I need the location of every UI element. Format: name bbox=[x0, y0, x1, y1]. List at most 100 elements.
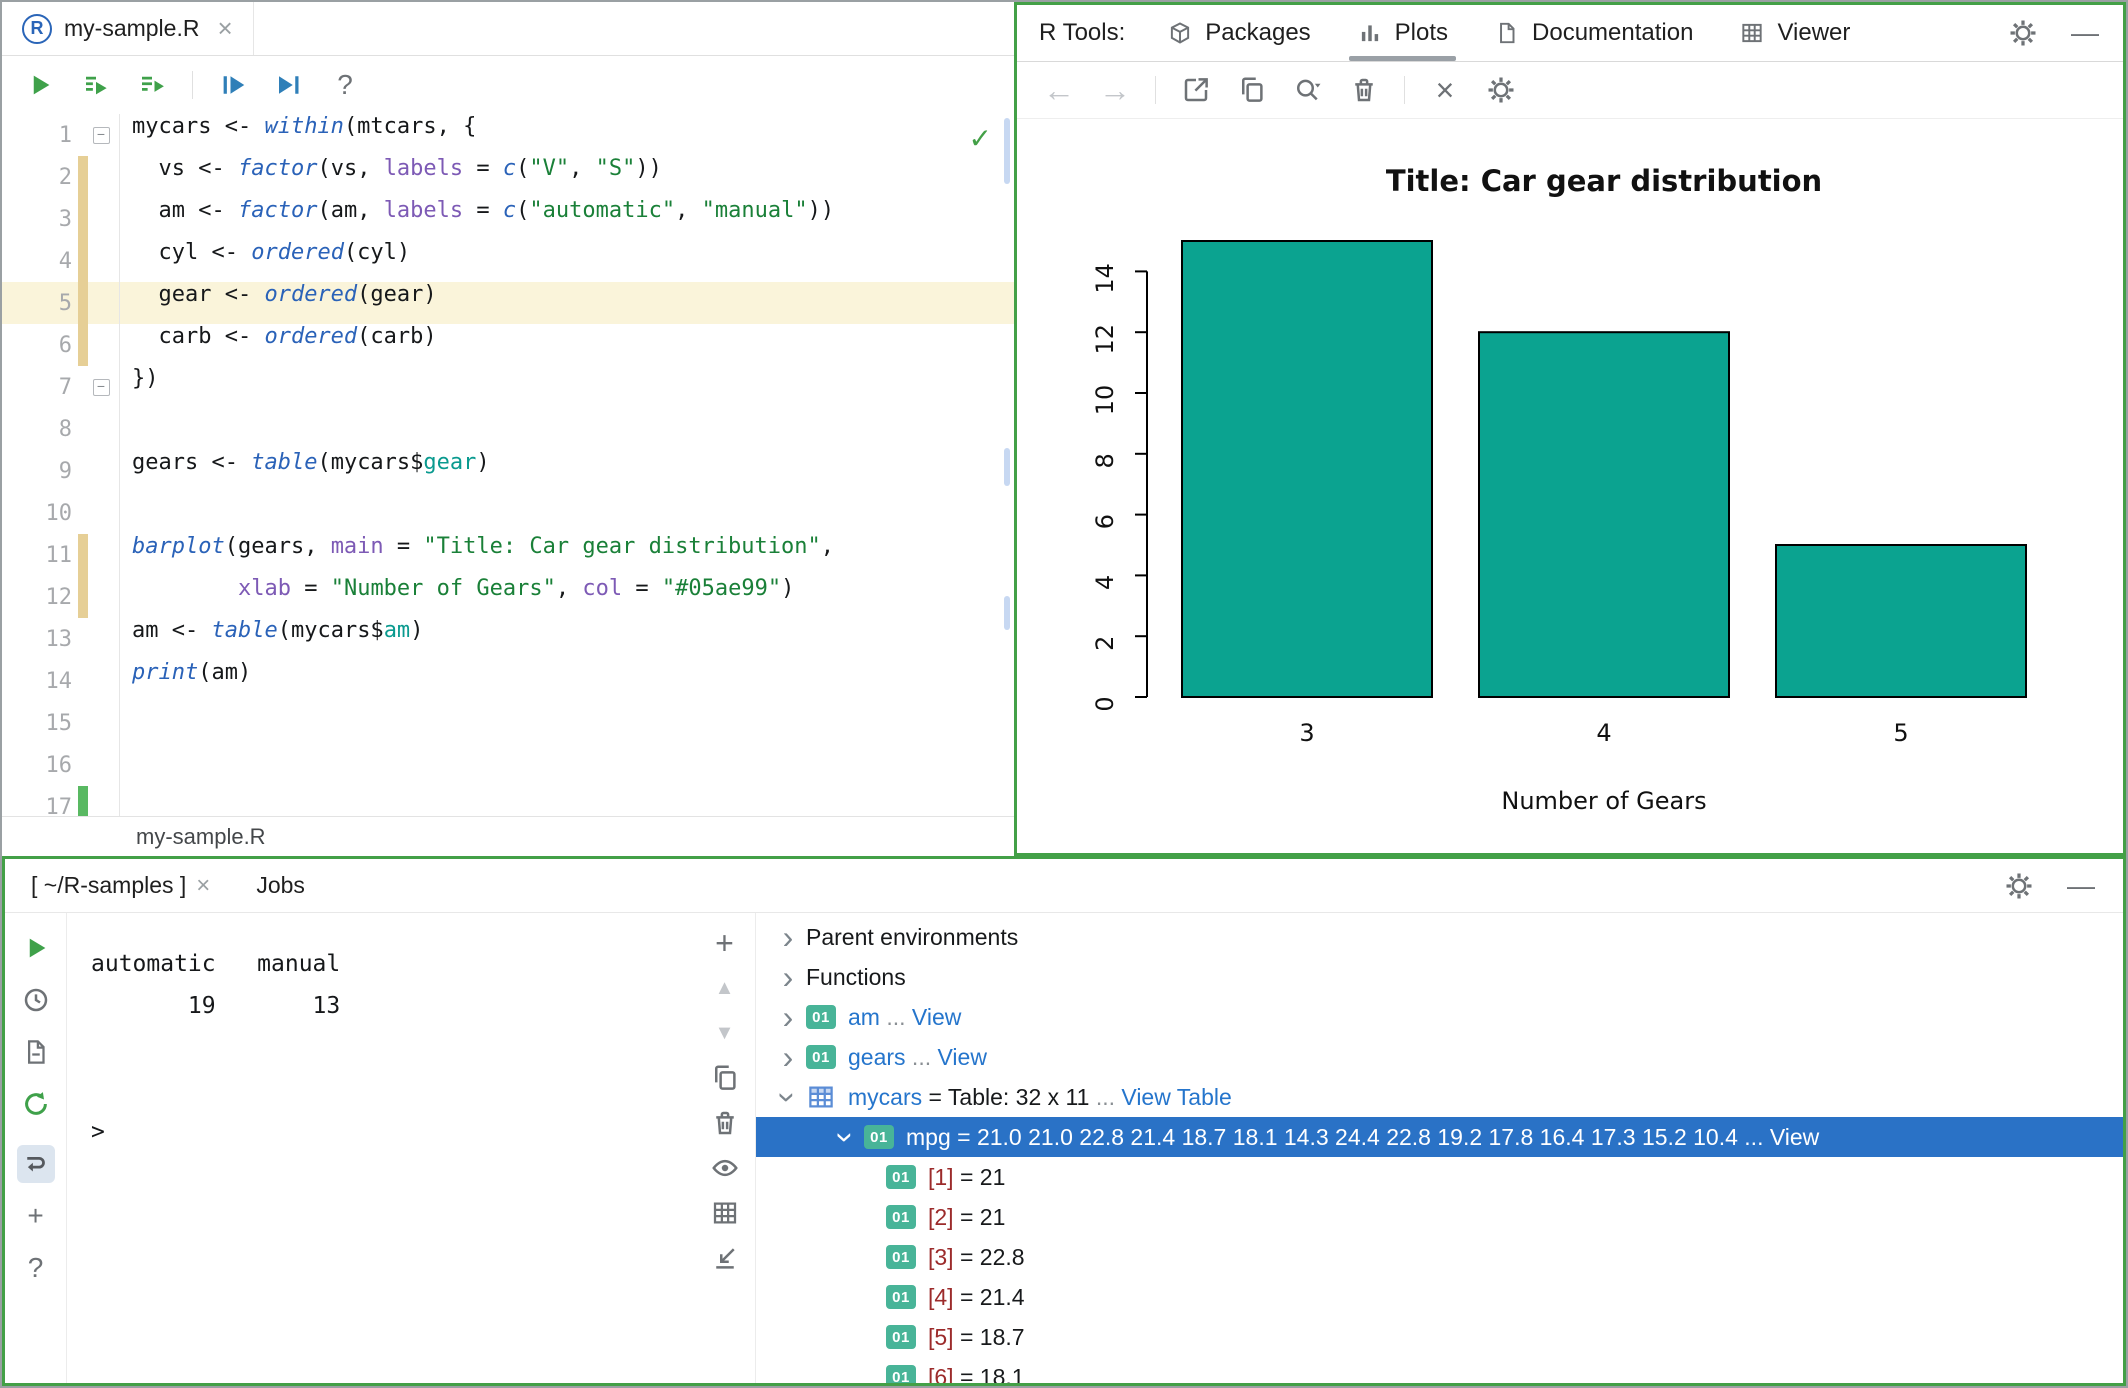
export-plot-button[interactable] bbox=[1180, 74, 1212, 106]
code-line[interactable]: carb <- ordered(carb) bbox=[120, 324, 1014, 366]
env-link[interactable]: mycars bbox=[848, 1084, 922, 1111]
gutter-line[interactable]: 7 bbox=[2, 366, 119, 408]
minimize-button[interactable]: — bbox=[2065, 870, 2097, 902]
env-row[interactable]: ›Functions bbox=[756, 957, 2123, 997]
code-line[interactable]: xlab = "Number of Gears", col = "#05ae99… bbox=[120, 576, 1014, 618]
gutter-line[interactable]: 8 bbox=[2, 408, 119, 450]
next-plot-button[interactable]: → bbox=[1099, 74, 1131, 106]
minimize-button[interactable]: — bbox=[2069, 17, 2101, 49]
code-line[interactable]: }) bbox=[120, 366, 1014, 408]
chevron-right-icon[interactable]: › bbox=[770, 919, 806, 956]
soft-wrap-button[interactable] bbox=[17, 1145, 55, 1183]
tab-documentation[interactable]: Documentation bbox=[1494, 5, 1693, 61]
code-line[interactable]: barplot(gears, main = "Title: Car gear d… bbox=[120, 534, 1014, 576]
tab-console[interactable]: [ ~/R-samples ] × bbox=[31, 872, 210, 900]
plot-settings-button[interactable] bbox=[1485, 74, 1517, 106]
gutter-line[interactable]: 2 bbox=[2, 156, 119, 198]
breadcrumb-file[interactable]: my-sample.R bbox=[136, 824, 266, 850]
env-link[interactable]: am bbox=[848, 1004, 880, 1031]
gutter-line[interactable]: 16 bbox=[2, 744, 119, 786]
run-all-button[interactable] bbox=[136, 69, 168, 101]
env-link[interactable]: gears bbox=[848, 1044, 906, 1071]
code-line[interactable]: mycars <- within(mtcars, { bbox=[120, 114, 1014, 156]
gutter-line[interactable]: 1 bbox=[2, 114, 119, 156]
env-row[interactable]: ›01mpg = 21.0 21.0 22.8 21.4 18.7 18.1 1… bbox=[756, 1117, 2123, 1157]
gutter-line[interactable]: 13 bbox=[2, 618, 119, 660]
env-row[interactable]: 01[5] = 18.7 bbox=[756, 1317, 2123, 1357]
delete-plot-button[interactable] bbox=[1348, 74, 1380, 106]
breadcrumb[interactable]: my-sample.R bbox=[2, 816, 1014, 856]
move-down-button[interactable]: ▼ bbox=[709, 1017, 741, 1049]
move-up-button[interactable]: ▲ bbox=[709, 972, 741, 1004]
copy-value-button[interactable] bbox=[709, 1062, 741, 1094]
gutter-line[interactable]: 10 bbox=[2, 492, 119, 534]
env-row[interactable]: ›mycars = Table: 32 x 11 ... View Table bbox=[756, 1077, 2123, 1117]
code-line[interactable]: am <- table(mycars$am) bbox=[120, 618, 1014, 660]
tab-jobs[interactable]: Jobs bbox=[256, 872, 305, 899]
run-script-button[interactable] bbox=[24, 69, 56, 101]
env-row[interactable]: ›Parent environments bbox=[756, 917, 2123, 957]
code-line[interactable] bbox=[120, 786, 1014, 816]
env-row[interactable]: 01[4] = 21.4 bbox=[756, 1277, 2123, 1317]
close-icon[interactable]: × bbox=[196, 872, 210, 900]
code-line[interactable]: print(am) bbox=[120, 660, 1014, 702]
code-area[interactable]: mycars <- within(mtcars, { vs <- factor(… bbox=[120, 114, 1014, 816]
tab-viewer[interactable]: Viewer bbox=[1739, 5, 1850, 61]
console-settings-button[interactable] bbox=[2003, 870, 2035, 902]
tab-plots[interactable]: Plots bbox=[1357, 5, 1448, 61]
chevron-right-icon[interactable]: › bbox=[770, 999, 806, 1036]
gutter-line[interactable]: 3 bbox=[2, 198, 119, 240]
open-file-button[interactable] bbox=[17, 1033, 55, 1071]
code-line[interactable] bbox=[120, 744, 1014, 786]
run-line-button[interactable] bbox=[217, 69, 249, 101]
env-link[interactable]: View bbox=[938, 1044, 987, 1071]
add-console-button[interactable]: + bbox=[17, 1197, 55, 1235]
console-help-button[interactable]: ? bbox=[17, 1249, 55, 1287]
console-prompt[interactable]: > bbox=[91, 1111, 694, 1153]
fold-icon[interactable] bbox=[88, 114, 114, 156]
chevron-right-icon[interactable]: › bbox=[770, 959, 806, 996]
code-line[interactable] bbox=[120, 702, 1014, 744]
chevron-right-icon[interactable]: › bbox=[770, 1039, 806, 1076]
rerun-button[interactable] bbox=[17, 1085, 55, 1123]
help-button[interactable]: ? bbox=[329, 69, 361, 101]
env-row[interactable]: ›01gears ... View bbox=[756, 1037, 2123, 1077]
env-link[interactable]: View bbox=[912, 1004, 961, 1031]
history-button[interactable] bbox=[17, 981, 55, 1019]
env-link[interactable]: View Table bbox=[1121, 1084, 1231, 1111]
gutter-line[interactable]: 15 bbox=[2, 702, 119, 744]
code-line[interactable]: cyl <- ordered(cyl) bbox=[120, 240, 1014, 282]
code-line[interactable]: am <- factor(am, labels = c("automatic",… bbox=[120, 198, 1014, 240]
zoom-plot-button[interactable] bbox=[1292, 74, 1324, 106]
code-line[interactable]: gear <- ordered(gear) bbox=[120, 282, 1014, 324]
gutter-line[interactable]: 9 bbox=[2, 450, 119, 492]
tab-packages[interactable]: Packages bbox=[1167, 5, 1310, 61]
run-console-button[interactable] bbox=[17, 929, 55, 967]
gutter-line[interactable]: 17 bbox=[2, 786, 119, 816]
code-line[interactable] bbox=[120, 408, 1014, 450]
chevron-down-icon[interactable]: › bbox=[828, 1119, 865, 1155]
preview-value-button[interactable] bbox=[709, 1152, 741, 1184]
run-to-line-button[interactable] bbox=[273, 69, 305, 101]
chevron-down-icon[interactable]: › bbox=[770, 1079, 807, 1115]
gutter-line[interactable]: 14 bbox=[2, 660, 119, 702]
code-line[interactable] bbox=[120, 492, 1014, 534]
settings-button[interactable] bbox=[2007, 17, 2039, 49]
gutter-line[interactable]: 6 bbox=[2, 324, 119, 366]
editor-tab[interactable]: R my-sample.R × bbox=[2, 2, 254, 55]
code-line[interactable]: gears <- table(mycars$gear) bbox=[120, 450, 1014, 492]
close-plots-button[interactable]: × bbox=[1429, 74, 1461, 106]
gutter-line[interactable]: 11 bbox=[2, 534, 119, 576]
console-output-area[interactable]: automatic manual 19 13 > bbox=[67, 913, 694, 1383]
env-row[interactable]: ›01am ... View bbox=[756, 997, 2123, 1037]
env-row[interactable]: 01[1] = 21 bbox=[756, 1157, 2123, 1197]
gutter-line[interactable]: 12 bbox=[2, 576, 119, 618]
editor-gutter[interactable]: 1234567891011121314151617 bbox=[2, 114, 120, 816]
add-watch-button[interactable]: + bbox=[709, 927, 741, 959]
table-view-button[interactable] bbox=[709, 1197, 741, 1229]
source-file-button[interactable] bbox=[80, 69, 112, 101]
copy-plot-button[interactable] bbox=[1236, 74, 1268, 106]
delete-variable-button[interactable] bbox=[709, 1107, 741, 1139]
env-row[interactable]: 01[6] = 18.1 bbox=[756, 1357, 2123, 1383]
gutter-line[interactable]: 4 bbox=[2, 240, 119, 282]
